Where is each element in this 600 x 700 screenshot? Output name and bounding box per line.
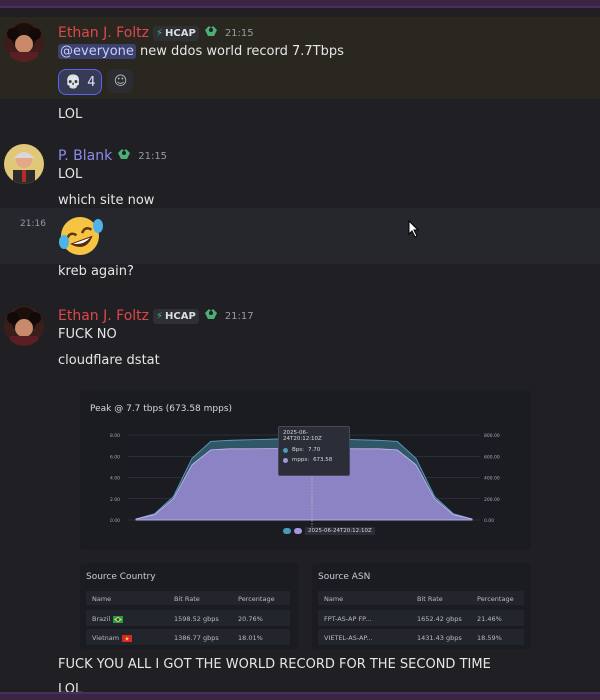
- author-name[interactable]: Ethan J. Foltz: [58, 25, 149, 41]
- column-header: Percentage: [477, 595, 514, 603]
- row-pct: 18.01%: [238, 634, 263, 642]
- legend-time: 2025-06-24T20:12:10Z: [305, 527, 375, 535]
- hcap-tag[interactable]: ⚡ HCAP: [153, 25, 199, 41]
- row-rate: 1652.42 gbps: [417, 615, 462, 623]
- tooltip-row: mpps: 673.58: [279, 455, 349, 465]
- message-text: LOL: [58, 107, 83, 122]
- avatar-ethan[interactable]: [4, 306, 44, 346]
- column-header: Name: [324, 595, 344, 603]
- legend-bps-icon[interactable]: [283, 528, 291, 534]
- hcap-tag[interactable]: ⚡ HCAP: [153, 308, 199, 324]
- author-name[interactable]: Ethan J. Foltz: [58, 308, 149, 324]
- message-header: Ethan J. Foltz ⚡ HCAP 21:15: [58, 24, 254, 42]
- y-tick-right: 0.00: [484, 518, 494, 524]
- y-tick-left: 6.00: [110, 454, 120, 460]
- y-tick-left: 8.00: [110, 433, 120, 439]
- message-text: which site now: [58, 193, 155, 208]
- mouse-cursor-icon: [408, 219, 420, 242]
- column-header: Bit Rate: [174, 595, 200, 603]
- y-tick-right: 400.00: [484, 476, 500, 482]
- reactions-row: 💀 4 ☺: [58, 69, 134, 95]
- row-rate: 1431.43 gbps: [417, 634, 462, 642]
- y-tick-left: 2.00: [110, 497, 120, 503]
- series-dot-icon: [283, 447, 288, 453]
- timestamp: 21:17: [224, 310, 254, 322]
- country-name: Brazil: [92, 615, 111, 623]
- country-name: Vietnam: [92, 634, 120, 642]
- row-name: Vietnam: [92, 634, 133, 642]
- tooltip-time: 2025-06-24T20:12:10Z: [283, 430, 322, 442]
- row-pct: 20.76%: [238, 615, 263, 623]
- y-tick-left: 4.00: [110, 476, 120, 482]
- bolt-icon: ⚡: [156, 27, 164, 39]
- hand-badge-icon: [116, 147, 132, 165]
- message-text: cloudflare dstat: [58, 353, 160, 368]
- hover-timestamp: 21:16: [20, 219, 46, 229]
- tag-label: HCAP: [165, 27, 196, 39]
- message-text: LOL: [58, 167, 83, 182]
- brazil-flag-icon: [113, 615, 124, 623]
- skull-icon: 💀: [65, 74, 82, 90]
- tooltip-row: Bps: 7.70: [279, 445, 349, 455]
- row-rate: 1386.77 gbps: [174, 634, 219, 642]
- column-header: Percentage: [238, 595, 275, 603]
- tooltip-value: 673.58: [313, 457, 333, 463]
- tooltip-label: mpps:: [292, 457, 310, 463]
- avatar-pblank[interactable]: [4, 144, 44, 184]
- table-title: Source Country: [86, 572, 156, 582]
- skull-reaction[interactable]: 💀 4: [58, 69, 103, 95]
- message-text: new ddos world record 7.7Tbps: [135, 44, 344, 59]
- row-rate: 1598.52 gbps: [174, 615, 219, 623]
- message-text: kreb again?: [58, 264, 134, 279]
- window-bottom-border: [0, 692, 600, 700]
- window-top-border: [0, 0, 600, 8]
- tag-label: HCAP: [165, 310, 196, 322]
- row-pct: 21.46%: [477, 615, 502, 623]
- tooltip-value: 7.70: [307, 447, 321, 453]
- column-header: Bit Rate: [417, 595, 443, 603]
- source-asn-table: Source ASN Name Bit Rate Percentage FPT-…: [312, 563, 531, 649]
- message-content: @everyone new ddos world record 7.7Tbps: [58, 44, 344, 59]
- mention-everyone[interactable]: @everyone: [58, 44, 136, 59]
- y-tick-right: 200.00: [484, 497, 500, 503]
- row-name: FPT-AS-AP FP...: [324, 615, 372, 623]
- hand-badge-icon: [203, 307, 219, 325]
- column-header: Name: [92, 595, 112, 603]
- tooltip-label: Bps:: [292, 447, 304, 453]
- message-header: Ethan J. Foltz ⚡ HCAP 21:17: [58, 307, 254, 325]
- chart-tooltip: 2025-06-24T20:12:10Z Bps: 7.70 mpps: 673…: [278, 426, 350, 476]
- y-tick-right: 600.00: [484, 454, 500, 460]
- add-reaction-icon[interactable]: ☺: [107, 69, 134, 93]
- source-country-table: Source Country Name Bit Rate Percentage …: [80, 563, 298, 649]
- y-tick-right: 800.00: [484, 433, 500, 439]
- series-dot-icon: [283, 457, 288, 463]
- row-name: Brazil: [92, 615, 124, 623]
- laughing-emoji-icon: [56, 214, 104, 262]
- timestamp: 21:15: [138, 150, 168, 162]
- dstat-chart-card[interactable]: Peak @ 7.7 tbps (673.58 mpps) 0.00 0.00 2.…: [80, 390, 531, 550]
- row-pct: 18.59%: [477, 634, 502, 642]
- bolt-icon: ⚡: [156, 310, 164, 322]
- timestamp: 21:15: [224, 27, 254, 39]
- row-name: VIETEL-AS-AP...: [324, 634, 373, 642]
- message-text: FUCK NO: [58, 327, 117, 342]
- reaction-count: 4: [87, 74, 96, 90]
- table-title: Source ASN: [318, 572, 371, 582]
- vietnam-flag-icon: [122, 634, 133, 642]
- legend-mpps-icon[interactable]: [294, 528, 302, 534]
- avatar-ethan[interactable]: [4, 22, 44, 62]
- author-name[interactable]: P. Blank: [58, 148, 112, 164]
- hand-badge-icon: [203, 24, 219, 42]
- chart-legend: 2025-06-24T20:12:10Z: [283, 527, 375, 535]
- message-text: FUCK YOU ALL I GOT THE WORLD RECORD FOR …: [58, 657, 491, 672]
- y-tick-left: 0.00: [110, 518, 120, 524]
- message-header: P. Blank 21:15: [58, 147, 167, 165]
